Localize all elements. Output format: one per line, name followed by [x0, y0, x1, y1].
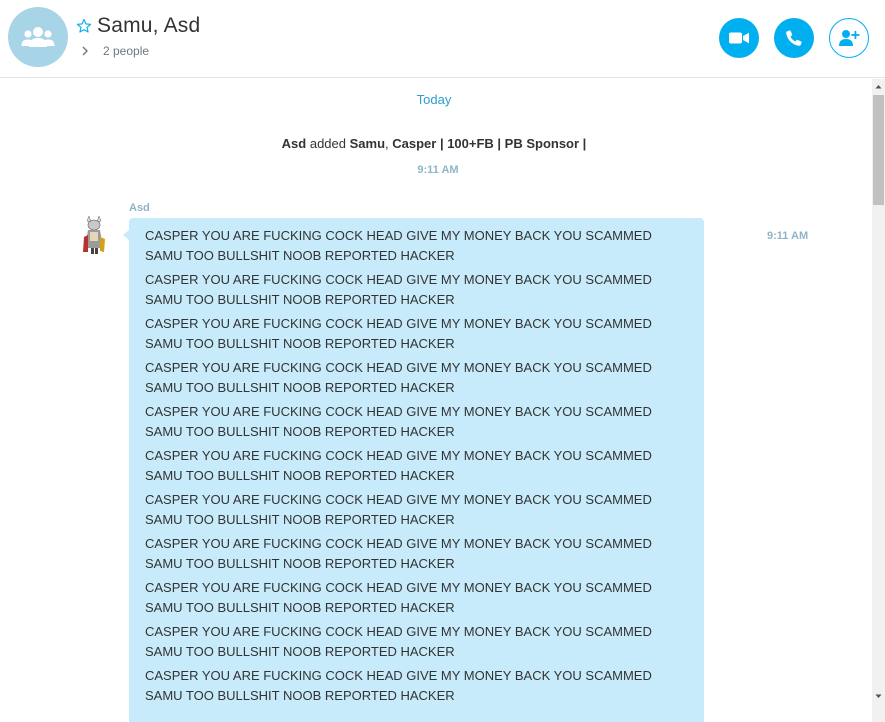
- conversation-title[interactable]: Samu, Asd: [97, 14, 200, 38]
- message-line: CASPER YOU ARE FUCKING COCK HEAD GIVE MY…: [145, 228, 652, 263]
- video-camera-icon: [729, 32, 749, 44]
- arrow-down-icon: [875, 694, 882, 698]
- message-line: CASPER YOU ARE FUCKING COCK HEAD GIVE MY…: [145, 668, 652, 703]
- conversation-history[interactable]: Today Asd added Samu, Casper | 100+FB | …: [0, 79, 872, 722]
- chevron-right-icon[interactable]: [80, 45, 90, 57]
- audio-call-button[interactable]: [774, 18, 814, 58]
- message-line: CASPER YOU ARE FUCKING COCK HEAD GIVE MY…: [145, 580, 652, 615]
- message-line: CASPER YOU ARE FUCKING COCK HEAD GIVE MY…: [145, 536, 652, 571]
- sender-avatar[interactable]: [78, 215, 110, 255]
- message-sender-name: Asd: [129, 202, 150, 214]
- message-line: CASPER YOU ARE FUCKING COCK HEAD GIVE MY…: [145, 624, 652, 659]
- arrow-up-icon: [875, 85, 882, 89]
- chat-header: Samu, Asd 2 people: [0, 0, 885, 78]
- message-line: CASPER YOU ARE FUCKING COCK HEAD GIVE MY…: [145, 492, 652, 527]
- message-line: CASPER YOU ARE FUCKING COCK HEAD GIVE MY…: [145, 316, 652, 351]
- scrollbar-thumb[interactable]: [873, 95, 884, 205]
- scroll-up-button[interactable]: [872, 79, 885, 94]
- message-line: CASPER YOU ARE FUCKING COCK HEAD GIVE MY…: [145, 272, 652, 307]
- vertical-scrollbar[interactable]: [872, 79, 885, 722]
- add-person-icon: [839, 30, 860, 46]
- system-message-target: Casper | 100+FB | PB Sponsor |: [392, 136, 587, 151]
- scroll-down-button[interactable]: [872, 689, 885, 704]
- system-message-actor: Asd: [281, 136, 307, 151]
- add-people-button[interactable]: [829, 18, 869, 58]
- group-avatar[interactable]: [8, 7, 68, 67]
- skype-chat-window: Samu, Asd 2 people Today Asd added Samu,…: [0, 0, 885, 722]
- system-message-verb: added: [306, 136, 350, 151]
- video-call-button[interactable]: [719, 18, 759, 58]
- phone-icon: [786, 30, 802, 46]
- system-message: Asd added Samu, Casper | 100+FB | PB Spo…: [0, 136, 868, 151]
- group-icon: [21, 27, 55, 47]
- message-line: CASPER YOU ARE FUCKING COCK HEAD GIVE MY…: [145, 360, 652, 395]
- star-icon[interactable]: [76, 18, 92, 34]
- system-message-target: Samu: [349, 136, 386, 151]
- system-message-timestamp: 9:11 AM: [417, 164, 459, 176]
- message-line: CASPER YOU ARE FUCKING COCK HEAD GIVE MY…: [145, 448, 652, 483]
- message-timestamp: 9:11 AM: [767, 230, 809, 242]
- day-separator: Today: [416, 92, 452, 107]
- message-bubble[interactable]: CASPER YOU ARE FUCKING COCK HEAD GIVE MY…: [129, 218, 704, 722]
- message-line: CASPER YOU ARE FUCKING COCK HEAD GIVE MY…: [145, 404, 652, 439]
- participant-count[interactable]: 2 people: [103, 44, 149, 58]
